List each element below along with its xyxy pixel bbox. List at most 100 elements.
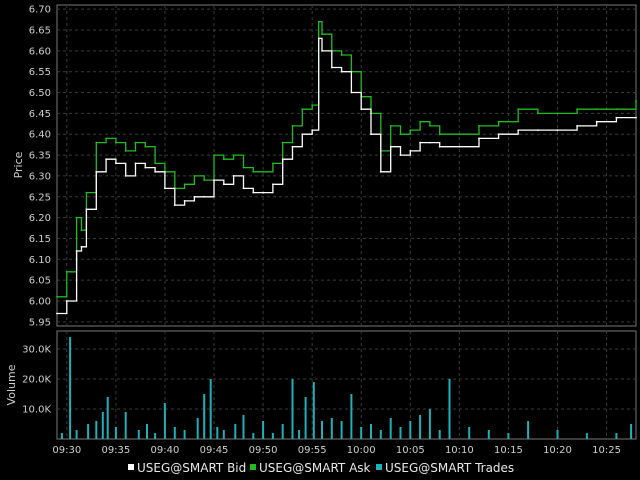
- ask-point: [124, 150, 127, 152]
- volume-bar: [203, 394, 206, 439]
- volume-bar: [330, 418, 333, 439]
- bid-point: [75, 250, 78, 252]
- bid-point: [556, 129, 559, 132]
- volume-bar: [196, 418, 199, 439]
- bid-point: [134, 162, 137, 165]
- volume-bar: [389, 418, 392, 439]
- bid-point: [164, 187, 166, 190]
- ask-point: [85, 191, 88, 194]
- bid-point: [311, 129, 314, 132]
- bid-point: [517, 129, 520, 132]
- ask-point: [419, 120, 421, 123]
- price-tick-label: 6.00: [29, 296, 51, 307]
- x-tick-label: 09:35: [101, 445, 130, 456]
- volume-bar: [419, 415, 422, 439]
- bid-point: [615, 116, 618, 119]
- ask-point: [272, 162, 274, 165]
- bid-point: [222, 183, 225, 186]
- volume-bar: [124, 412, 127, 439]
- ask-point: [409, 129, 412, 132]
- volume-bar: [304, 397, 307, 439]
- ask-point: [95, 141, 98, 144]
- price-tick-label: 6.35: [29, 151, 51, 162]
- ask-point: [517, 108, 520, 111]
- volume-plot-area: [56, 330, 637, 440]
- volume-bar: [556, 430, 559, 439]
- ask-point: [537, 112, 539, 115]
- ask-point: [154, 162, 157, 165]
- ask-point: [389, 125, 392, 127]
- legend-label: USEG@SMART Bid: [137, 461, 246, 475]
- volume-bar: [379, 430, 382, 439]
- volume-bar: [95, 421, 98, 439]
- price-tick-label: 6.55: [29, 67, 51, 78]
- price-panel: 5.95 6.00 6.05 6.10 6.15 6.20 6.25 6.30 6.35 6.40…: [29, 4, 637, 328]
- volume-bar: [487, 430, 490, 439]
- ask-point: [497, 120, 500, 123]
- ask-point: [222, 158, 225, 161]
- x-tick-label: 10:15: [494, 445, 523, 456]
- volume-bar: [146, 424, 148, 439]
- ask-point: [193, 175, 196, 177]
- bid-point: [242, 187, 245, 190]
- volume-bar: [252, 433, 255, 439]
- bid-point: [321, 50, 323, 52]
- bid-point: [154, 170, 157, 173]
- price-axis-title: Price: [12, 151, 25, 178]
- legend-swatch: [250, 464, 256, 470]
- legend-label: USEG@SMART Trades: [385, 461, 514, 475]
- ask-point: [311, 104, 314, 106]
- volume-bar: [360, 427, 363, 439]
- bid-point: [635, 116, 637, 119]
- volume-bar: [271, 433, 274, 439]
- price-tick-label: 6.60: [29, 46, 51, 57]
- volume-bar: [87, 424, 90, 439]
- volume-bar: [615, 433, 618, 439]
- bid-point: [95, 170, 98, 173]
- price-tick-label: 6.25: [29, 192, 51, 203]
- price-tick-label: 6.20: [29, 213, 51, 224]
- bid-point: [458, 145, 461, 148]
- bid-point: [301, 133, 304, 136]
- price-tick-label: 5.95: [29, 317, 51, 328]
- price-tick-label: 6.45: [29, 109, 51, 120]
- volume-bar: [75, 430, 78, 439]
- volume-bar: [114, 427, 117, 439]
- volume-bar: [340, 421, 343, 439]
- bid-point: [478, 137, 480, 140]
- price-tick-label: 6.70: [29, 5, 51, 16]
- ask-point: [321, 33, 323, 36]
- volume-bar: [242, 415, 245, 439]
- ask-point: [252, 170, 255, 173]
- x-tick-label: 10:00: [347, 445, 376, 456]
- price-tick-label: 6.40: [29, 130, 51, 141]
- volume-bar: [262, 421, 265, 439]
- bid-point: [262, 191, 264, 194]
- ask-point: [458, 133, 461, 136]
- volume-bar: [527, 421, 530, 439]
- ask-point: [478, 125, 480, 127]
- ask-point: [144, 145, 147, 148]
- price-tick-label: 6.50: [29, 88, 51, 99]
- bid-point: [537, 129, 539, 132]
- price-tick-label: 6.05: [29, 276, 51, 287]
- volume-bar: [298, 430, 301, 439]
- bid-point: [409, 150, 412, 152]
- volume-bar: [106, 397, 109, 439]
- volume-bar: [507, 433, 510, 439]
- volume-bar: [209, 379, 212, 439]
- bid-point: [232, 175, 235, 177]
- volume-panel: 10.0K 20.0K 30.0K: [22, 330, 637, 440]
- volume-bar: [281, 424, 284, 439]
- ask-point: [134, 141, 137, 144]
- ask-point: [213, 154, 215, 157]
- ask-point: [262, 170, 264, 173]
- bid-point: [252, 191, 255, 194]
- bid-point: [576, 125, 578, 127]
- bid-point: [419, 141, 421, 144]
- legend-swatch: [376, 464, 382, 470]
- legend-label: USEG@SMART Ask: [259, 461, 371, 475]
- ask-point: [576, 108, 578, 111]
- volume-bar: [69, 337, 72, 439]
- bid-point: [272, 183, 274, 186]
